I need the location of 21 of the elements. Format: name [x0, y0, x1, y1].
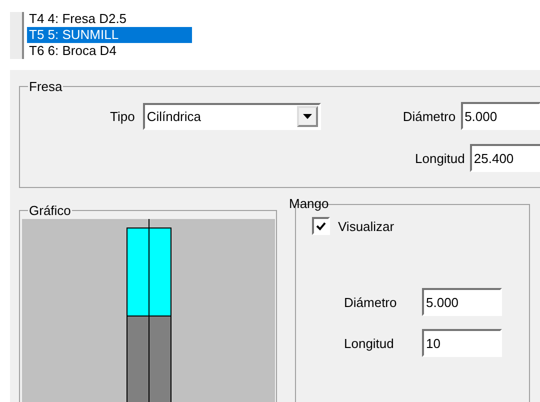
side-panel [10, 12, 22, 59]
checkbox[interactable] [312, 217, 330, 235]
group-title: Mango [288, 197, 330, 210]
list-item[interactable]: T4 4: Fresa D2.5 [27, 12, 192, 27]
input-field[interactable]: 25.400 [470, 144, 540, 172]
group-title: Gráfico [28, 204, 72, 217]
field-label: Longitud [344, 336, 395, 350]
list-item[interactable]: T5 5: SUNMILL [27, 27, 192, 43]
field-label: Longitud [415, 150, 465, 166]
input-field[interactable]: 10 [422, 329, 502, 357]
type-dropdown[interactable]: Cilíndrica [142, 102, 321, 130]
input-field[interactable]: 5.000 [460, 102, 540, 130]
field-label: Diámetro [402, 108, 456, 124]
check-icon [316, 222, 326, 230]
field-label: Diámetro [344, 294, 398, 310]
list-item[interactable]: T6 6: Broca D4 [27, 43, 192, 59]
input-field[interactable]: 5.000 [422, 288, 502, 316]
caret-icon [302, 114, 312, 118]
checkbox-label: Visualizar [338, 218, 394, 234]
field-label: Tipo [110, 108, 135, 124]
group-title: Fresa [28, 80, 64, 93]
